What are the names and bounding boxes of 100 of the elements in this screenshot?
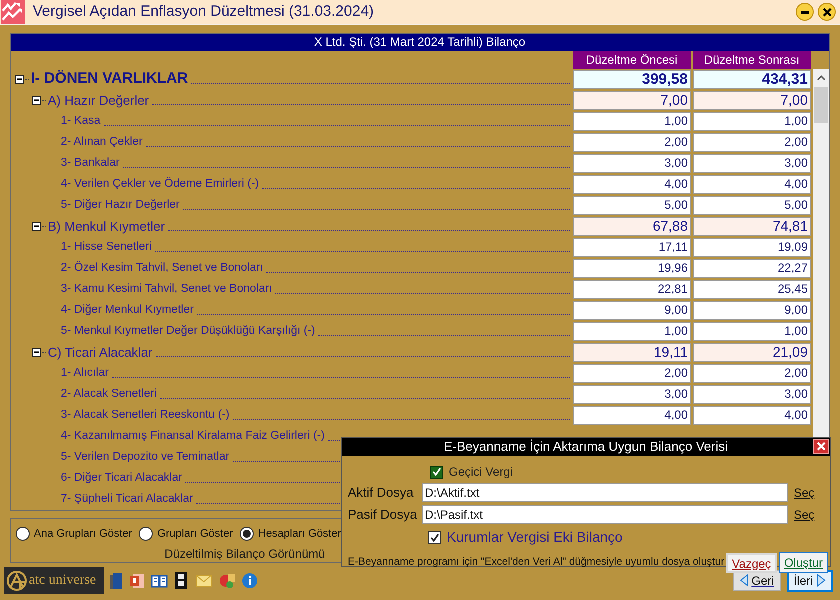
- checkbox-label: Kurumlar Vergisi Eki Bilanço: [447, 528, 623, 547]
- row-label: 2- Alınan Çekler: [61, 134, 143, 150]
- column-header: Düzeltme Öncesi: [573, 51, 691, 69]
- value-cell: 1,00: [693, 322, 811, 341]
- radio-label: Grupları Göster: [157, 527, 234, 542]
- dialog-note: E-Beyanname programı için "Excel'den Veri Al" düğmesiyle uyumlu dosya oluştur: [348, 554, 725, 570]
- row-label: 3- Alacak Senetleri Reeskontu (-): [61, 408, 230, 423]
- window-title: Vergisel Açıdan Enflasyon Düzeltmesi (31.03.2024): [33, 2, 374, 22]
- value-cell: 25,45: [693, 280, 811, 299]
- value-cell: 2,00: [693, 133, 811, 152]
- value-cell: 2,00: [693, 364, 811, 383]
- value-cell: 22,27: [693, 259, 811, 278]
- collapse-icon[interactable]: [32, 348, 41, 357]
- checkbox[interactable]: [428, 531, 441, 544]
- value-cell: 22,81: [573, 280, 691, 299]
- row-label: 1- Alıcılar: [61, 366, 109, 381]
- row-label: 4- Kazanılmamış Finansal Kiralama Faiz Gelirleri (-): [61, 428, 325, 444]
- value-cell: 19,96: [573, 259, 691, 278]
- value-cell: 9,00: [573, 301, 691, 320]
- left-arrow-icon: [740, 574, 749, 587]
- value-cell: 2,00: [573, 133, 691, 152]
- close-button[interactable]: [818, 3, 836, 21]
- radio-button[interactable]: [139, 527, 154, 542]
- input-field[interactable]: D:\Pasif.txt: [422, 505, 788, 524]
- door-icon[interactable]: [109, 572, 123, 590]
- row-label: 4- Verilen Çekler ve Ödeme Emirleri (-): [61, 176, 260, 192]
- chart-icon: [1, 0, 25, 24]
- value-cell: 3,00: [693, 154, 811, 173]
- value-cell: 17,11: [573, 238, 691, 257]
- row-label: 3- Kamu Kesimi Tahvil, Senet ve Bonoları: [61, 282, 272, 297]
- value-cell: 434,31: [693, 70, 811, 89]
- browse-link[interactable]: Seç: [794, 506, 815, 524]
- value-cell: 67,88: [573, 217, 691, 236]
- value-cell: 3,00: [573, 385, 691, 404]
- film-icon[interactable]: [175, 572, 187, 589]
- value-cell: 19,11: [573, 343, 691, 362]
- create-button[interactable]: Oluştur: [779, 552, 828, 573]
- row-label: 7- Şüpheli Ticari Alacaklar: [61, 492, 194, 507]
- close-icon: [822, 8, 832, 16]
- checkbox[interactable]: [430, 466, 443, 478]
- dialog-title: E-Beyanname İçin Aktarıma Uygun Bilanço Verisi: [444, 438, 728, 456]
- value-cell: 4,00: [573, 406, 691, 425]
- minimize-button[interactable]: [796, 3, 814, 21]
- group-caption: Düzeltilmiş Bilanço Görünümü: [164, 546, 326, 562]
- row-label: B) Menkul Kıymetler: [48, 218, 166, 236]
- value-cell: 7,00: [693, 91, 811, 110]
- value-cell: 5,00: [573, 196, 691, 215]
- value-cell: 4,00: [573, 175, 691, 194]
- value-cell: 7,00: [573, 91, 691, 110]
- row-label: 5- Diğer Hazır Değerler: [61, 198, 180, 213]
- value-cell: 1,00: [573, 322, 691, 341]
- presentation-icon[interactable]: [129, 572, 145, 588]
- right-arrow-icon: [817, 574, 826, 587]
- value-cell: 4,00: [693, 406, 811, 425]
- collapse-icon[interactable]: [32, 96, 41, 105]
- paint-icon[interactable]: [219, 572, 236, 589]
- scroll-up-icon[interactable]: [816, 75, 826, 81]
- row-label: 2- Alacak Senetleri: [61, 386, 157, 402]
- input-field[interactable]: D:\Aktif.txt: [422, 483, 788, 502]
- logo: atc universe: [4, 567, 104, 594]
- row-label: 5- Menkul Kıymetler Değer Düşüklüğü Karşılığı (-): [61, 324, 316, 339]
- cancel-button[interactable]: Vazgeç: [726, 552, 778, 572]
- row-label: 3- Bankalar: [61, 156, 120, 171]
- value-cell: 5,00: [693, 196, 811, 215]
- field-label: Pasif Dosya: [347, 506, 418, 524]
- row-label: 1- Hisse Senetleri: [61, 240, 152, 255]
- row-label: C) Ticari Alacaklar: [48, 344, 153, 362]
- radio-button[interactable]: [16, 527, 30, 542]
- row-label: 5- Verilen Depozito ve Teminatlar: [61, 450, 230, 465]
- value-cell: 3,00: [573, 154, 691, 173]
- browse-link[interactable]: Seç: [794, 484, 815, 502]
- radio-label: Ana Grupları Göster: [34, 527, 132, 542]
- row-label: 6- Diğer Ticari Alacaklar: [61, 470, 182, 486]
- book-icon[interactable]: [151, 574, 168, 588]
- value-cell: 3,00: [693, 385, 811, 404]
- value-cell: 9,00: [693, 301, 811, 320]
- row-label: 1- Kasa: [61, 114, 101, 129]
- row-label: I- DÖNEN VARLIKLAR: [31, 69, 188, 90]
- collapse-icon[interactable]: [32, 222, 41, 231]
- value-cell: 74,81: [693, 217, 811, 236]
- column-header: Düzeltme Sonrası: [693, 51, 811, 69]
- row-label: 2- Özel Kesim Tahvil, Senet ve Bonoları: [61, 260, 264, 276]
- close-icon: [816, 442, 826, 451]
- panel-header: X Ltd. Şti. (31 Mart 2024 Tarihli) Bilanço: [11, 34, 829, 51]
- field-label: Aktif Dosya: [347, 484, 415, 502]
- scroll-thumb[interactable]: [814, 87, 828, 123]
- value-cell: 21,09: [693, 343, 811, 362]
- row-label: A) Hazır Değerler: [48, 92, 150, 110]
- value-cell: 4,00: [693, 175, 811, 194]
- row-label: 4- Diğer Menkul Kıymetler: [61, 302, 194, 318]
- value-cell: 1,00: [573, 112, 691, 131]
- collapse-icon[interactable]: [15, 75, 24, 84]
- value-cell: 1,00: [693, 112, 811, 131]
- info-icon[interactable]: [242, 572, 258, 588]
- value-cell: 2,00: [573, 364, 691, 383]
- checkbox-label: Geçici Vergi: [449, 464, 514, 481]
- radio-button[interactable]: [240, 527, 254, 542]
- radio-label: Hesapları Göster: [258, 527, 342, 542]
- value-cell: 19,09: [693, 238, 811, 257]
- value-cell: 399,58: [573, 70, 691, 89]
